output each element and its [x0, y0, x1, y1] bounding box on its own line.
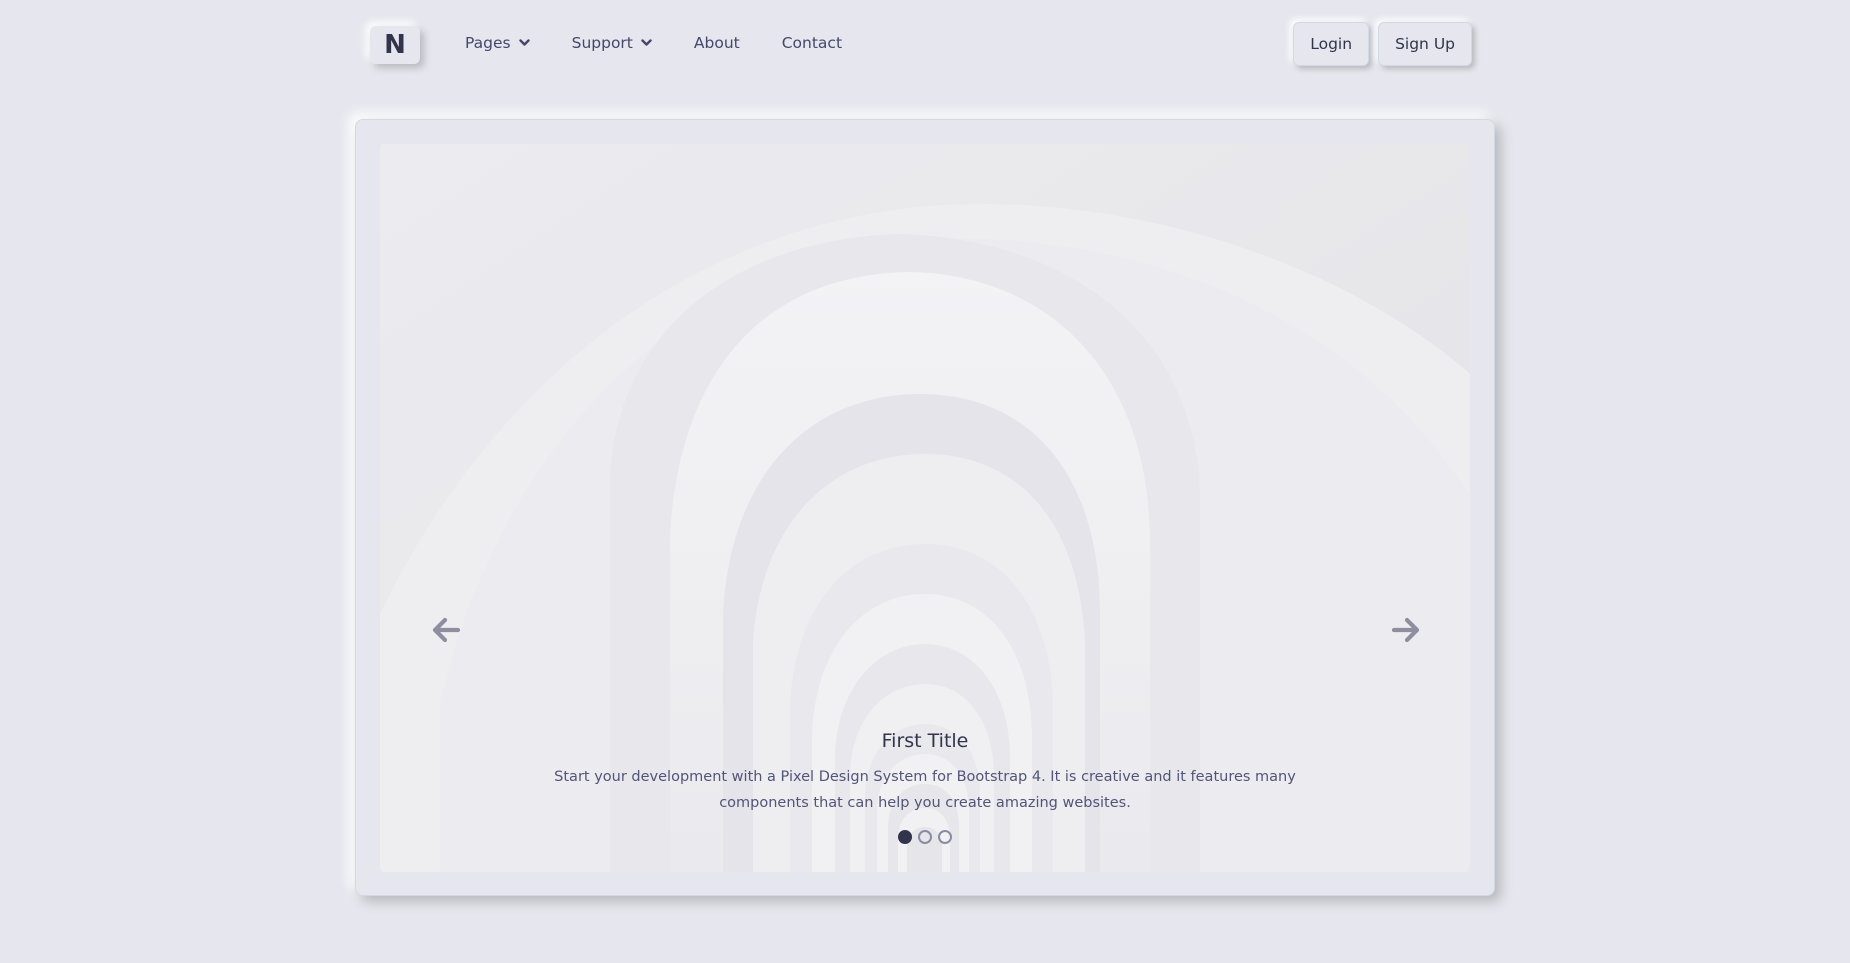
carousel-prev-button[interactable]: [426, 610, 466, 650]
nav-item-label: Pages: [465, 34, 511, 52]
nav-item-support[interactable]: Support: [572, 34, 652, 52]
nav-links: Pages Support About Contact: [465, 34, 884, 52]
nav-item-label: Support: [571, 34, 633, 52]
carousel-indicator[interactable]: [938, 830, 952, 844]
carousel-slide: First Title Start your development with …: [380, 144, 1470, 872]
nav-item-contact[interactable]: Contact: [782, 34, 842, 52]
chevron-down-icon: [641, 39, 652, 47]
nav-item-label: About: [693, 34, 740, 52]
arrow-left-icon: [432, 617, 461, 643]
chevron-down-icon: [518, 39, 530, 47]
login-button[interactable]: Login: [1293, 22, 1370, 66]
carousel-indicators: [380, 830, 1470, 844]
carousel-indicator[interactable]: [918, 830, 932, 844]
arches-image: [380, 144, 1470, 872]
carousel-caption-title: First Title: [881, 730, 969, 752]
navbar: N Pages Support About Contact Login Sign…: [0, 0, 1850, 90]
brand-logo[interactable]: N: [370, 26, 420, 64]
carousel-indicator[interactable]: [898, 830, 912, 844]
carousel-card: First Title Start your development with …: [355, 119, 1495, 896]
carousel-caption-text: Start your development with a Pixel Desi…: [554, 769, 1296, 811]
signup-button[interactable]: Sign Up: [1378, 22, 1472, 66]
nav-item-label: Contact: [781, 34, 843, 52]
auth-buttons: Login Sign Up: [1284, 22, 1472, 66]
nav-item-pages[interactable]: Pages: [465, 34, 530, 52]
carousel-next-button[interactable]: [1386, 610, 1426, 650]
arrow-right-icon: [1391, 617, 1420, 643]
nav-item-about[interactable]: About: [694, 34, 740, 52]
